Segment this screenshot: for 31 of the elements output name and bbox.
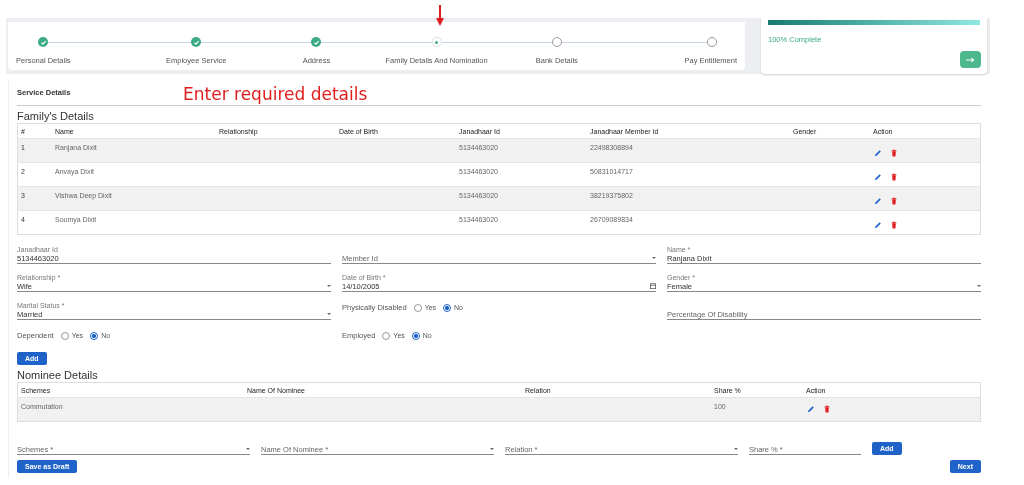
calendar-icon [650,283,656,289]
caret-icon [327,313,331,315]
edit-icon[interactable] [874,197,882,205]
radio-button[interactable] [443,303,452,312]
check-icon[interactable] [311,37,322,47]
radio-button[interactable] [90,331,99,340]
delete-icon[interactable] [890,173,898,181]
caret-icon [246,448,250,450]
arrow-down-icon [435,5,445,27]
check-icon[interactable] [191,37,202,47]
delete-icon[interactable] [890,221,898,229]
edit-icon[interactable] [807,405,815,413]
step-circle-icon[interactable] [707,37,718,47]
section-heading: Family's Details [17,110,94,122]
delete-icon[interactable] [890,149,898,157]
check-icon[interactable] [38,37,48,47]
edit-icon[interactable] [874,221,882,229]
section-heading: Nominee Details [17,369,98,381]
caret-icon [652,257,656,259]
radio-button[interactable] [411,331,420,340]
caret-icon [734,448,738,450]
caret-icon [977,285,981,287]
edit-icon[interactable] [874,149,882,157]
delete-icon[interactable] [890,197,898,205]
annotation-text: Enter required details [183,84,368,104]
delete-icon[interactable] [823,405,831,413]
caret-icon [327,285,331,287]
caret-icon [490,448,494,450]
step-circle-icon[interactable] [551,37,562,47]
arrow-right-icon [966,56,975,63]
edit-icon[interactable] [874,173,882,181]
